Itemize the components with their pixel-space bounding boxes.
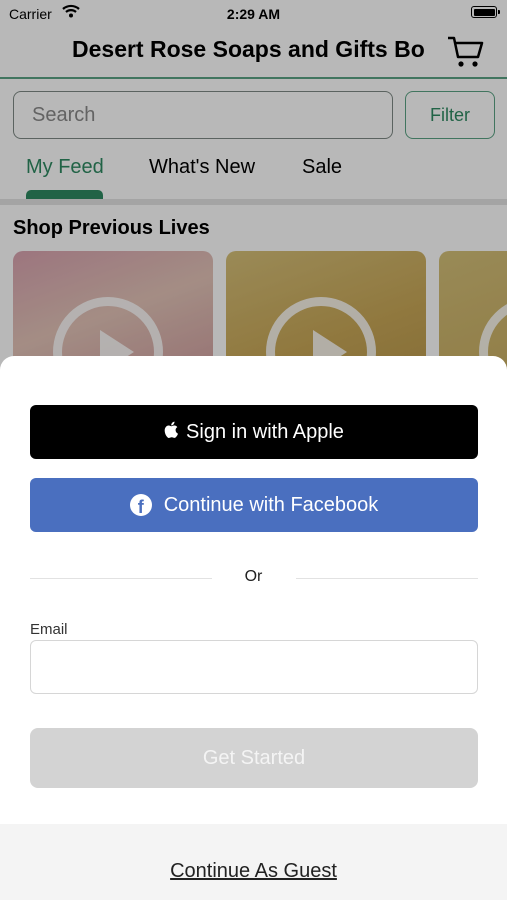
facebook-button-label: Continue with Facebook [163,493,379,516]
continue-facebook-button[interactable]: f Continue with Facebook [30,478,478,532]
continue-as-guest-link[interactable]: Continue As Guest [0,860,507,883]
sign-in-apple-button[interactable]: Sign in with Apple [30,405,478,459]
guest-area: Continue As Guest [0,824,507,900]
apple-button-label: Sign in with Apple [186,420,344,443]
get-started-button[interactable]: Get Started [30,728,478,788]
email-label: Email [30,621,68,638]
apple-icon [164,421,179,444]
facebook-icon: f [129,494,152,516]
sign-in-sheet: Sign in with Apple f Continue with Faceb… [0,356,507,900]
email-field[interactable] [30,640,505,694]
email-input[interactable] [31,641,505,693]
or-separator: Or [244,568,263,585]
